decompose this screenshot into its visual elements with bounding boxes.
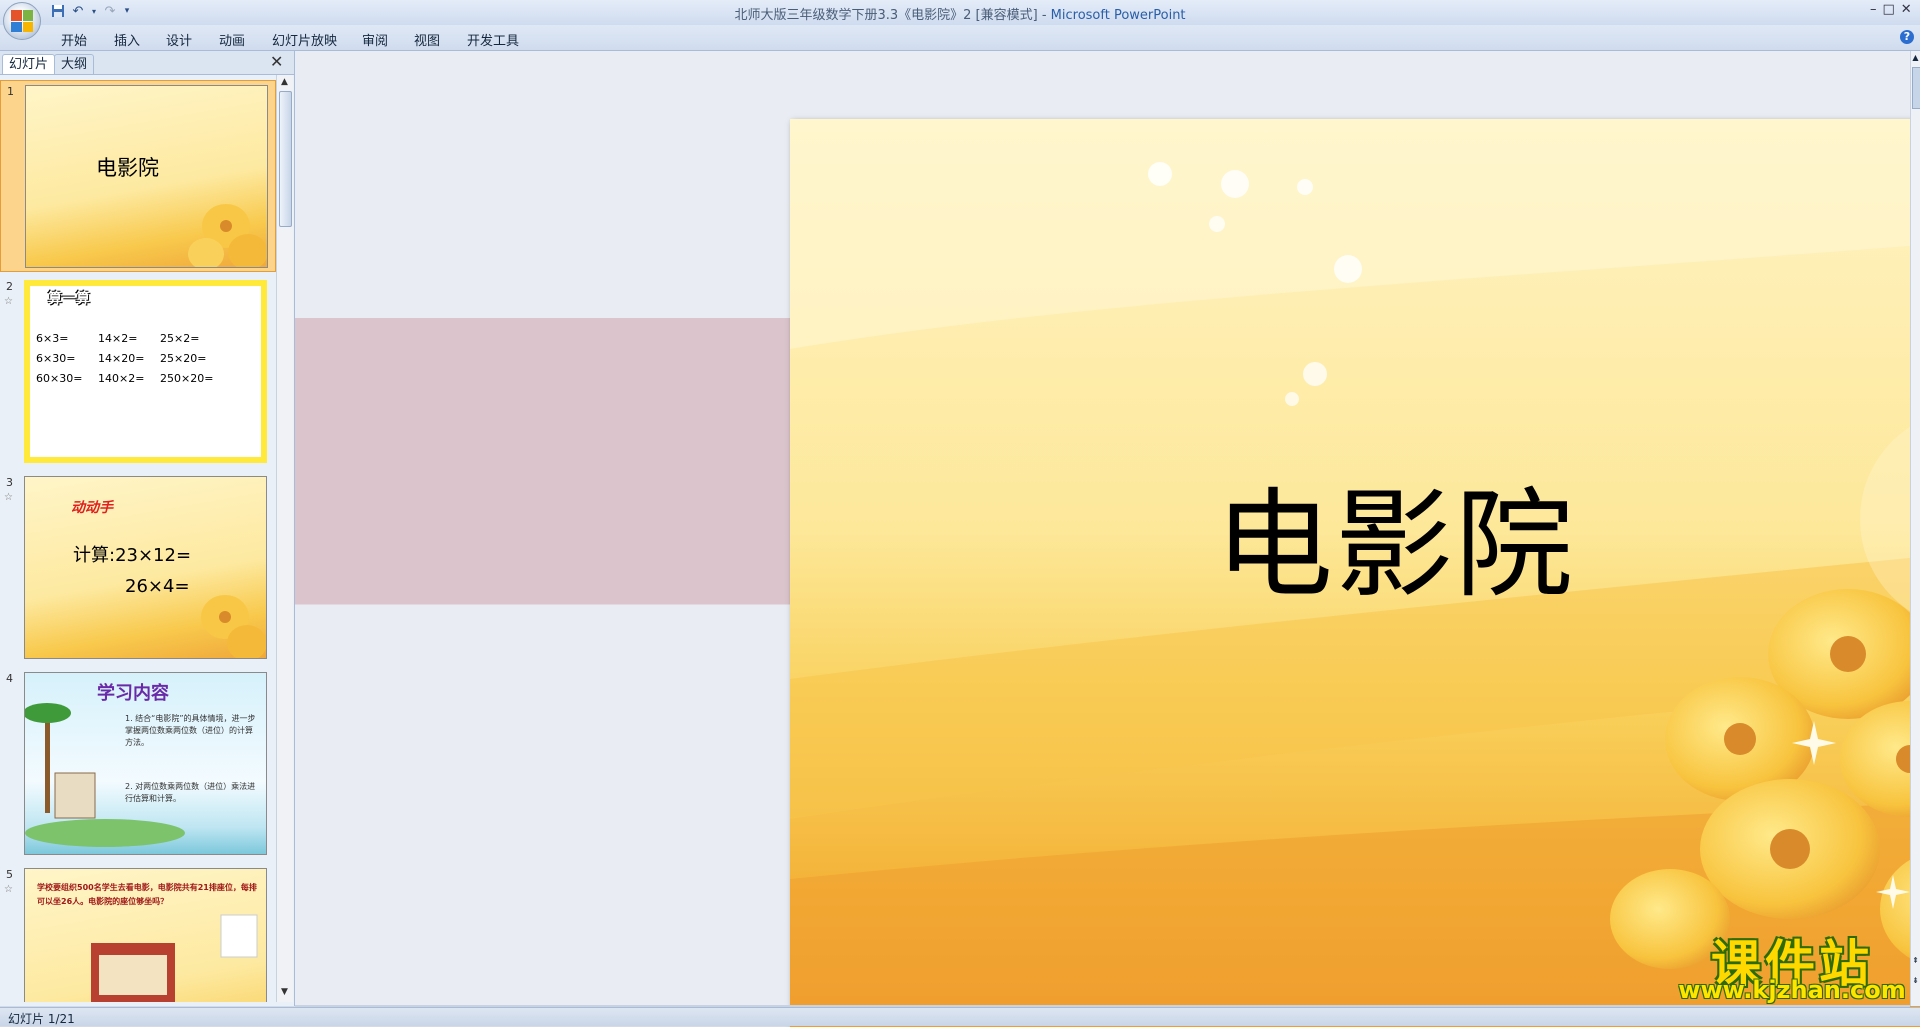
thumb-title: 电影院 <box>96 156 159 180</box>
slide-thumb-preview: 电影院 <box>25 85 268 268</box>
panel-tab-bar: 幻灯片 大纲 ✕ <box>0 51 294 75</box>
thumb-cell: 14×20= <box>98 352 145 365</box>
animation-star-icon: ☆ <box>4 884 13 895</box>
previous-slide-icon[interactable]: ⇞ <box>1911 956 1920 965</box>
slide-number: 2 <box>6 280 13 293</box>
office-logo-icon <box>11 10 33 32</box>
thumb-cell: 6×3= <box>36 332 69 345</box>
thumb-item: 1. 结合“电影院”的具体情境，进一步掌握两位数乘两位数（进位）的计算方法。 <box>125 714 256 747</box>
scroll-up-icon[interactable]: ▲ <box>1911 53 1920 62</box>
thumb-cell: 60×30= <box>36 372 83 385</box>
tab-design[interactable]: 设计 <box>166 30 192 49</box>
slide-number: 1 <box>7 85 14 98</box>
tab-developer[interactable]: 开发工具 <box>467 30 519 49</box>
scroll-up-icon[interactable]: ▲ <box>279 77 290 88</box>
thumbnail-scrollbar[interactable]: ▲ ▼ <box>276 75 293 1002</box>
tab-slides[interactable]: 幻灯片 <box>2 54 56 74</box>
minimize-button[interactable]: – <box>1870 2 1877 17</box>
slide-counter: 幻灯片 1/21 <box>8 1012 75 1026</box>
thumb-heading: 算一算 <box>48 291 90 307</box>
app-name: Microsoft PowerPoint <box>1050 8 1186 23</box>
close-panel-icon[interactable]: ✕ <box>270 54 283 70</box>
thumb-item: 2. 对两位数乘两位数（进位）乘法进行估算和计算。 <box>125 782 256 803</box>
slide-thumb-preview: 动动手 计算:23×12= 26×4= <box>24 476 267 659</box>
current-slide[interactable]: 电影院 <box>790 119 1920 1027</box>
thumb-cell: 25×2= <box>160 332 200 345</box>
slide-thumb-preview: 学校要组织500名学生去看电影，电影院共有21排座位，每排可以坐26人。电影院的… <box>24 868 267 1002</box>
thumb-cell: 14×2= <box>98 332 138 345</box>
window-controls: – □ ✕ <box>1870 2 1912 17</box>
thumb-cell: 250×20= <box>160 372 214 385</box>
scrollbar-thumb[interactable] <box>279 91 292 227</box>
slide-editing-area: 电影院 <box>295 51 1920 1027</box>
thumb-flowers-icon <box>201 595 266 658</box>
slide-number: 4 <box>6 672 13 685</box>
window-title: 北师大版三年级数学下册3.3《电影院》2 [兼容模式] - Microsoft … <box>0 4 1920 23</box>
slide-thumb-preview: 学习内容 1. 结合“电影院”的具体情境，进一步掌握两位数乘两位数（进位）的计算… <box>24 672 267 855</box>
title-separator: - <box>1041 8 1051 23</box>
slide-number: 3 <box>6 476 13 489</box>
ribbon-tab-bar: 开始 插入 设计 动画 幻灯片放映 审阅 视图 开发工具 ? <box>0 25 1920 51</box>
editor-scrollbar[interactable]: ▲ ⇞ ⇟ <box>1910 51 1920 1006</box>
thumb-cell: 6×30= <box>36 352 76 365</box>
scroll-down-icon[interactable]: ▼ <box>279 987 290 998</box>
thumb-heading: 学习内容 <box>97 683 169 704</box>
next-slide-icon[interactable]: ⇟ <box>1911 976 1920 985</box>
animation-star-icon: ☆ <box>4 492 13 503</box>
slide-thumbnail-3[interactable]: 3 ☆ 动动手 计算:23×12= 26×4= <box>0 472 276 664</box>
title-bar: ↶ ▾ ↷ ▾ 北师大版三年级数学下册3.3《电影院》2 [兼容模式] - Mi… <box>0 0 1920 40</box>
slides-panel: 幻灯片 大纲 ✕ 1 电影院 2 ☆ 算一算 6×3= 14×2= 25×2= … <box>0 51 295 1006</box>
tab-outline[interactable]: 大纲 <box>54 54 95 74</box>
slide-thumb-preview: 算一算 6×3= 14×2= 25×2= 6×30= 14×20= 25×20=… <box>24 280 267 463</box>
tab-home[interactable]: 开始 <box>61 30 87 49</box>
tab-view[interactable]: 视图 <box>414 30 440 49</box>
thumb-cell: 25×20= <box>160 352 207 365</box>
maximize-button[interactable]: □ <box>1883 2 1895 17</box>
slide-thumbnail-2[interactable]: 2 ☆ 算一算 6×3= 14×2= 25×2= 6×30= 14×20= 25… <box>0 276 276 468</box>
slide-thumbnail-1[interactable]: 1 电影院 <box>0 80 276 272</box>
help-icon[interactable]: ? <box>1900 30 1914 44</box>
document-title: 北师大版三年级数学下册3.3《电影院》2 [兼容模式] <box>734 8 1038 23</box>
animation-star-icon: ☆ <box>4 296 13 307</box>
close-window-button[interactable]: ✕ <box>1901 2 1912 17</box>
tab-insert[interactable]: 插入 <box>114 30 140 49</box>
thumb-cinema-icon <box>91 914 258 1002</box>
thumb-line: 26×4= <box>125 576 190 597</box>
thumb-line: 计算:23×12= <box>73 545 192 566</box>
slide-title[interactable]: 电影院 <box>790 449 1920 620</box>
watermark-url: www.kjzhan.com <box>1678 976 1906 1004</box>
status-bar: 幻灯片 1/21 <box>0 1007 1920 1026</box>
slide-number: 5 <box>6 868 13 881</box>
thumbnail-list: 1 电影院 2 ☆ 算一算 6×3= 14×2= 25×2= 6×30= 14×… <box>0 75 276 1002</box>
thumb-heading: 动动手 <box>71 500 113 516</box>
editor-scrollbar-thumb[interactable] <box>1912 67 1920 109</box>
site-watermark: 课件站 www.kjzhan.com <box>1672 924 1912 1006</box>
slide-thumbnail-5[interactable]: 5 ☆ 学校要组织500名学生去看电影，电影院共有21排座位，每排可以坐26人。… <box>0 864 276 1002</box>
tab-animations[interactable]: 动画 <box>219 30 245 49</box>
tab-review[interactable]: 审阅 <box>362 30 388 49</box>
office-button[interactable] <box>3 2 41 40</box>
slide-thumbnail-4[interactable]: 4 学习内容 1. 结合“电影院”的具体情境，进一步掌握两位数乘两位数（进位）的… <box>0 668 276 860</box>
tab-slideshow[interactable]: 幻灯片放映 <box>272 30 337 49</box>
thumb-cell: 140×2= <box>98 372 145 385</box>
